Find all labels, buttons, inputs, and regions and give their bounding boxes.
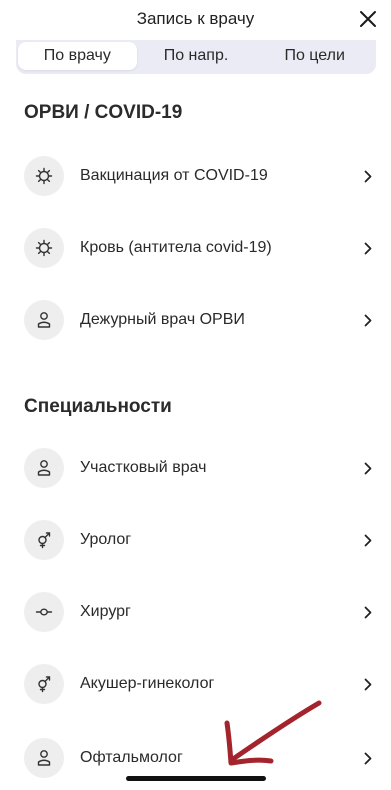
chevron-right-icon	[364, 606, 372, 618]
virus-icon	[35, 167, 53, 185]
tab-by-doctor[interactable]: По врачу	[18, 42, 137, 70]
close-icon	[360, 11, 376, 27]
chevron-right-icon	[364, 534, 372, 546]
list-item-urologist[interactable]: Уролог	[24, 520, 374, 560]
section-title-specialties: Специальности	[24, 396, 172, 417]
list-item-district-doctor[interactable]: Участковый врач	[24, 448, 374, 488]
home-indicator[interactable]	[126, 776, 266, 781]
list-item-label: Хирург	[80, 603, 131, 620]
chevron-right-icon	[364, 678, 372, 690]
header: Запись к врачу	[0, 0, 391, 44]
list-item-duty-doctor[interactable]: Дежурный врач ОРВИ	[24, 300, 374, 340]
chevron-right-icon	[364, 462, 372, 474]
chevron-right-icon	[364, 170, 372, 182]
chevron-right-icon	[364, 242, 372, 254]
doctor-icon	[37, 460, 51, 476]
list-item-obstetrician[interactable]: Акушер-гинеколог	[24, 664, 374, 704]
gender-icon	[38, 676, 51, 693]
gender-icon	[38, 532, 51, 549]
tab-bar: По врачу По напр. По цели	[16, 40, 376, 74]
tab-by-referral[interactable]: По напр.	[137, 42, 256, 70]
tab-by-purpose[interactable]: По цели	[255, 42, 374, 70]
list-item-label: Вакцинация от COVID-19	[80, 167, 268, 184]
page-title: Запись к врачу	[136, 9, 255, 28]
list-item-covid-antibodies[interactable]: Кровь (антитела covid-19)	[24, 228, 374, 268]
list-item-label: Кровь (антитела covid-19)	[80, 239, 272, 256]
list-item-label: Уролог	[80, 531, 132, 548]
screen: Запись к врачу По врачу По напр. По цели…	[0, 0, 391, 790]
chevron-right-icon	[364, 314, 372, 326]
close-button[interactable]	[355, 6, 381, 32]
list-item-label: Дежурный врач ОРВИ	[80, 311, 245, 328]
list-item-label: Офтальмолог	[80, 749, 183, 766]
doctor-icon	[37, 312, 51, 328]
list-item-label: Акушер-гинеколог	[80, 675, 215, 692]
list-item-covid-vaccination[interactable]: Вакцинация от COVID-19	[24, 156, 374, 196]
section-title-covid: ОРВИ / COVID-19	[24, 102, 183, 123]
chevron-right-icon	[364, 752, 372, 764]
virus-icon	[35, 239, 53, 257]
list-item-ophthalmologist[interactable]: Офтальмолог	[24, 738, 374, 778]
list-item-surgeon[interactable]: Хирург	[24, 592, 374, 632]
doctor-icon	[37, 750, 51, 766]
scalpel-icon	[35, 608, 53, 616]
list-item-label: Участковый врач	[80, 459, 207, 476]
